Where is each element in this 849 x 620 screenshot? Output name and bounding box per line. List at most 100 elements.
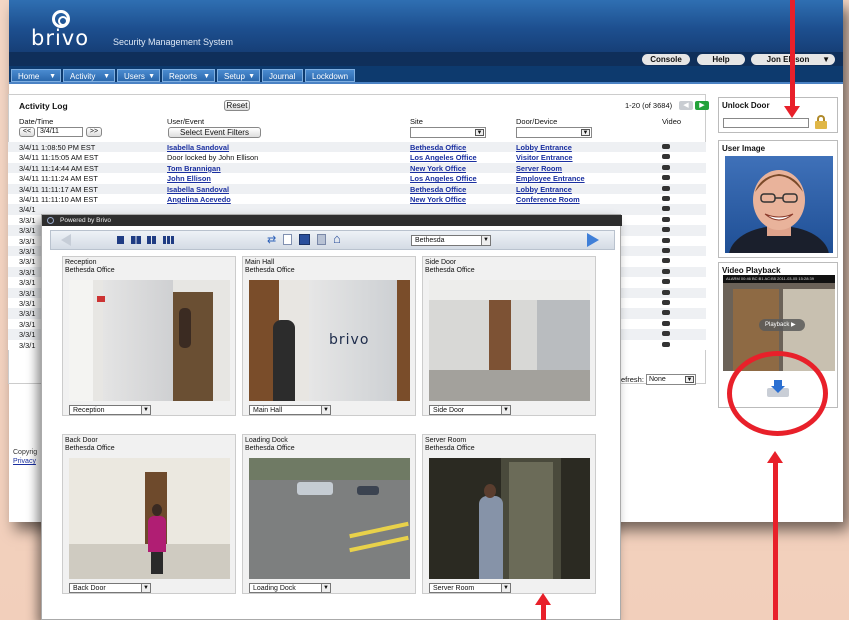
row-user-event[interactable]: Isabella Sandoval xyxy=(167,143,229,152)
table-row[interactable]: 3/4/11 11:14:44 AM EST Tom Brannigan New Y… xyxy=(8,162,706,174)
layout-4-icon[interactable] xyxy=(147,236,157,244)
door-filter-select[interactable]: ▼ xyxy=(516,127,592,138)
video-camera-icon[interactable] xyxy=(662,341,670,347)
playback-button[interactable]: Playback ▶ xyxy=(759,319,805,331)
row-site[interactable]: Los Angeles Office xyxy=(410,153,477,162)
video-camera-icon[interactable] xyxy=(662,279,670,285)
camera-tile-server-room[interactable]: Server Room Bethesda Office Server Room ▼ xyxy=(422,434,596,594)
video-camera-icon[interactable] xyxy=(662,227,670,233)
camera-select[interactable]: Side Door ▼ xyxy=(429,405,511,415)
camera-select[interactable]: Main Hall ▼ xyxy=(249,405,331,415)
video-camera-icon[interactable] xyxy=(662,300,670,305)
lock-icon[interactable] xyxy=(815,115,827,129)
video-camera-icon[interactable] xyxy=(662,164,670,170)
camera-tile-side-door[interactable]: Side Door Bethesda Office Side Door ▼ xyxy=(422,256,596,416)
nav-activity[interactable]: Activity ▼ xyxy=(63,69,115,82)
video-camera-icon[interactable] xyxy=(662,320,670,326)
row-site[interactable]: New York Office xyxy=(410,195,466,204)
video-camera-icon[interactable] xyxy=(662,206,670,212)
camera-tile-loading-dock[interactable]: Loading Dock Bethesda Office Loading Dock… xyxy=(242,434,416,594)
back-arrow-icon[interactable] xyxy=(61,234,71,246)
row-user-event[interactable]: Isabella Sandoval xyxy=(167,185,229,194)
row-site[interactable]: Bethesda Office xyxy=(410,185,466,194)
video-camera-icon[interactable] xyxy=(662,175,670,181)
video-camera-icon[interactable] xyxy=(662,248,670,253)
camera-feed-reception[interactable] xyxy=(69,280,230,401)
forward-arrow-icon[interactable] xyxy=(587,233,599,247)
layout-1-icon[interactable] xyxy=(117,236,124,244)
camera-feed-loading-dock[interactable] xyxy=(249,458,410,579)
chevron-down-icon: ▼ xyxy=(248,73,255,80)
camera-select[interactable]: Server Room ▼ xyxy=(429,583,511,593)
video-camera-icon[interactable] xyxy=(662,154,670,160)
reset-button[interactable]: Reset xyxy=(224,100,250,111)
table-row[interactable]: 3/4/11 1:08:50 PM EST Isabella Sandoval Be… xyxy=(8,142,706,153)
camera-tile-main-hall[interactable]: Main Hall Bethesda Office brivo Main Hall… xyxy=(242,256,416,416)
next-page-button[interactable]: ▶ xyxy=(695,101,709,110)
nav-journal[interactable]: Journal xyxy=(262,69,303,82)
row-door[interactable]: Server Room xyxy=(516,164,562,173)
layout-9-icon[interactable] xyxy=(163,236,175,244)
date-input[interactable]: 3/4/11 xyxy=(37,127,83,137)
camera-title: Back Door Bethesda Office xyxy=(65,437,115,453)
privacy-link[interactable]: Privacy xyxy=(13,458,36,465)
event-filters-button[interactable]: Select Event Filters xyxy=(168,127,261,138)
row-door[interactable]: Visitor Entrance xyxy=(516,153,573,162)
viewer-site-select[interactable]: Bethesda ▼ xyxy=(411,235,491,246)
row-site[interactable]: New York Office xyxy=(410,164,466,173)
save-icon[interactable] xyxy=(299,234,310,245)
site-filter-select[interactable]: ▼ xyxy=(410,127,486,138)
camera-feed-server-room[interactable] xyxy=(429,458,590,579)
help-button[interactable]: Help xyxy=(697,54,745,65)
row-door[interactable]: Lobby Entrance xyxy=(516,185,572,194)
refresh-icon[interactable]: ⇄ xyxy=(267,233,276,246)
camera-feed-back-door[interactable] xyxy=(69,458,230,579)
video-camera-icon[interactable] xyxy=(662,144,670,149)
home-icon[interactable]: ⌂ xyxy=(333,231,341,246)
camera-select[interactable]: Reception ▼ xyxy=(69,405,151,415)
row-site[interactable]: Los Angeles Office xyxy=(410,174,477,183)
row-site[interactable]: Bethesda Office xyxy=(410,143,466,152)
unlock-door-input[interactable] xyxy=(723,118,809,128)
date-prev-button[interactable]: << xyxy=(19,127,35,137)
callout-arrow-shaft xyxy=(790,0,795,106)
nav-home[interactable]: Home ▼ xyxy=(11,69,61,82)
row-user-event[interactable]: Angelina Acevedo xyxy=(167,195,231,204)
camera-select[interactable]: Loading Dock ▼ xyxy=(249,583,331,593)
camera-select[interactable]: Back Door ▼ xyxy=(69,583,151,593)
date-next-button[interactable]: >> xyxy=(86,127,102,137)
table-row[interactable]: 3/4/11 11:11:24 AM EST John Ellison Los An… xyxy=(8,173,706,184)
video-camera-icon[interactable] xyxy=(662,196,670,201)
row-user-event[interactable]: Tom Brannigan xyxy=(167,164,221,173)
video-camera-icon[interactable] xyxy=(662,185,670,191)
video-camera-icon[interactable] xyxy=(662,258,670,264)
row-door[interactable]: Employee Entrance xyxy=(516,174,585,183)
nav-users[interactable]: Users ▼ xyxy=(117,69,160,82)
video-camera-icon[interactable] xyxy=(662,331,670,337)
row-door[interactable]: Lobby Entrance xyxy=(516,143,572,152)
camera-feed-side-door[interactable] xyxy=(429,280,590,401)
nav-reports[interactable]: Reports ▼ xyxy=(162,69,215,82)
camera-tile-back-door[interactable]: Back Door Bethesda Office Back Door ▼ xyxy=(62,434,236,594)
row-user-event[interactable]: John Ellison xyxy=(167,174,211,183)
nav-lockdown[interactable]: Lockdown xyxy=(305,69,355,82)
refresh-select[interactable]: None ▼ xyxy=(646,374,696,385)
trash-icon[interactable] xyxy=(317,234,326,245)
row-door[interactable]: Conference Room xyxy=(516,195,580,204)
prev-page-button[interactable]: ◀ xyxy=(679,101,693,110)
table-row[interactable]: 3/4/11 11:11:10 AM EST Angelina Acevedo Ne… xyxy=(8,194,706,205)
video-camera-icon[interactable] xyxy=(662,237,670,243)
new-document-icon[interactable] xyxy=(283,234,292,245)
table-row[interactable]: 3/4/11 11:11:17 AM EST Isabella Sandoval B… xyxy=(8,183,706,195)
table-row[interactable]: 3/4/11 11:15:05 AM EST Door locked by Joh… xyxy=(8,152,706,163)
camera-title: Server Room Bethesda Office xyxy=(425,437,475,453)
camera-tile-reception[interactable]: Reception Bethesda Office Reception ▼ xyxy=(62,256,236,416)
video-camera-icon[interactable] xyxy=(662,216,670,222)
camera-feed-main-hall[interactable]: brivo xyxy=(249,280,410,401)
nav-setup[interactable]: Setup ▼ xyxy=(217,69,260,82)
video-camera-icon[interactable] xyxy=(662,268,670,274)
video-camera-icon[interactable] xyxy=(662,289,670,295)
console-button[interactable]: Console xyxy=(642,54,690,65)
video-camera-icon[interactable] xyxy=(662,310,670,316)
layout-2-icon[interactable] xyxy=(131,236,141,244)
